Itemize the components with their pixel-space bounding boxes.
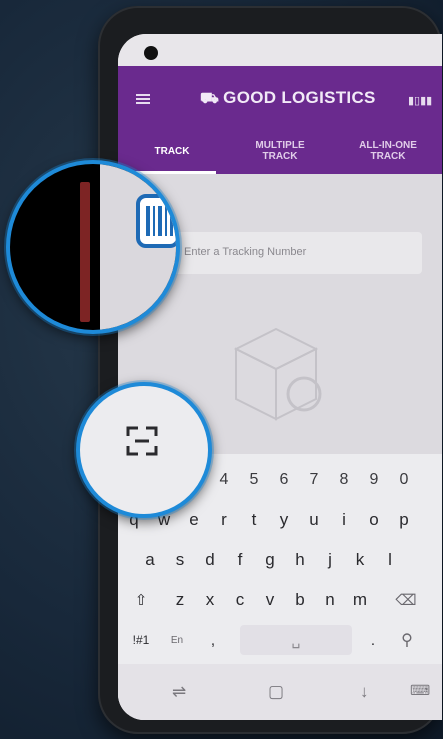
barcode-scan-icon[interactable] bbox=[136, 194, 176, 248]
period-key[interactable]: . bbox=[362, 625, 384, 655]
app-title: GOOD LOGISTICS bbox=[223, 88, 376, 107]
status-bar bbox=[118, 34, 442, 66]
key-i[interactable]: i bbox=[330, 505, 358, 535]
keyboard-row-bottom: !#1 En , ␣ . ⚲ bbox=[118, 622, 442, 658]
key-7[interactable]: 7 bbox=[300, 465, 328, 495]
key-s[interactable]: s bbox=[166, 545, 194, 575]
comma-key[interactable]: , bbox=[202, 625, 224, 655]
front-camera bbox=[144, 46, 158, 60]
key-f[interactable]: f bbox=[226, 545, 254, 575]
key-n[interactable]: n bbox=[316, 585, 344, 615]
key-v[interactable]: v bbox=[256, 585, 284, 615]
key-6[interactable]: 6 bbox=[270, 465, 298, 495]
keyboard-row-3: ⇧ z x c v b n m ⌫ bbox=[118, 582, 442, 618]
key-c[interactable]: c bbox=[226, 585, 254, 615]
key-x[interactable]: x bbox=[196, 585, 224, 615]
hamburger-menu-icon[interactable] bbox=[136, 94, 150, 104]
backspace-icon[interactable]: ⌫ bbox=[386, 585, 426, 615]
key-g[interactable]: g bbox=[256, 545, 284, 575]
key-8[interactable]: 8 bbox=[330, 465, 358, 495]
language-key[interactable]: En bbox=[162, 625, 192, 655]
search-icon[interactable]: ⚲ bbox=[390, 625, 424, 655]
key-0[interactable]: 0 bbox=[390, 465, 418, 495]
app-bar: ⛟ GOOD LOGISTICS ▮▯▮▮ bbox=[118, 66, 442, 128]
key-y[interactable]: y bbox=[270, 505, 298, 535]
key-r[interactable]: r bbox=[210, 505, 238, 535]
key-4[interactable]: 4 bbox=[210, 465, 238, 495]
camera-scan-button-zoom bbox=[6, 160, 180, 334]
home-icon[interactable]: ▢ bbox=[268, 682, 284, 702]
key-9[interactable]: 9 bbox=[360, 465, 388, 495]
scan-frame-icon[interactable] bbox=[126, 426, 158, 456]
key-m[interactable]: m bbox=[346, 585, 374, 615]
shift-icon[interactable]: ⇧ bbox=[124, 585, 158, 615]
navigation-bar: ⇌ ▢ ↓ ⌨ bbox=[118, 664, 442, 720]
phone-screen: ⛟ GOOD LOGISTICS ▮▯▮▮ TRACK MULTIPLE TRAC… bbox=[118, 34, 442, 720]
key-l[interactable]: l bbox=[376, 545, 404, 575]
key-5[interactable]: 5 bbox=[240, 465, 268, 495]
barcode-icon[interactable]: ▮▯▮▮ bbox=[408, 94, 432, 107]
symbols-key[interactable]: !#1 bbox=[124, 625, 158, 655]
key-j[interactable]: j bbox=[316, 545, 344, 575]
key-b[interactable]: b bbox=[286, 585, 314, 615]
key-z[interactable]: z bbox=[166, 585, 194, 615]
key-k[interactable]: k bbox=[346, 545, 374, 575]
package-logo-icon: ⛟ bbox=[200, 90, 220, 107]
package-illustration bbox=[233, 327, 322, 421]
key-d[interactable]: d bbox=[196, 545, 224, 575]
keyboard-row-2: a s d f g h j k l bbox=[118, 542, 442, 578]
key-t[interactable]: t bbox=[240, 505, 268, 535]
key-h[interactable]: h bbox=[286, 545, 314, 575]
key-p[interactable]: p bbox=[390, 505, 418, 535]
key-u[interactable]: u bbox=[300, 505, 328, 535]
scan-key-zoom bbox=[76, 382, 212, 518]
back-icon[interactable]: ↓ bbox=[360, 682, 369, 702]
key-e[interactable]: e bbox=[180, 505, 208, 535]
key-o[interactable]: o bbox=[360, 505, 388, 535]
recents-icon[interactable]: ⇌ bbox=[172, 682, 186, 702]
key-a[interactable]: a bbox=[136, 545, 164, 575]
space-key[interactable]: ␣ bbox=[240, 625, 352, 655]
app-brand: ⛟ GOOD LOGISTICS bbox=[200, 88, 376, 109]
tab-multiple-track[interactable]: MULTIPLE TRACK bbox=[226, 128, 334, 174]
keyboard-hide-icon[interactable]: ⌨ bbox=[410, 682, 430, 699]
phone-side-button bbox=[80, 182, 90, 322]
tab-all-in-one-track[interactable]: ALL-IN-ONE TRACK bbox=[334, 128, 442, 174]
